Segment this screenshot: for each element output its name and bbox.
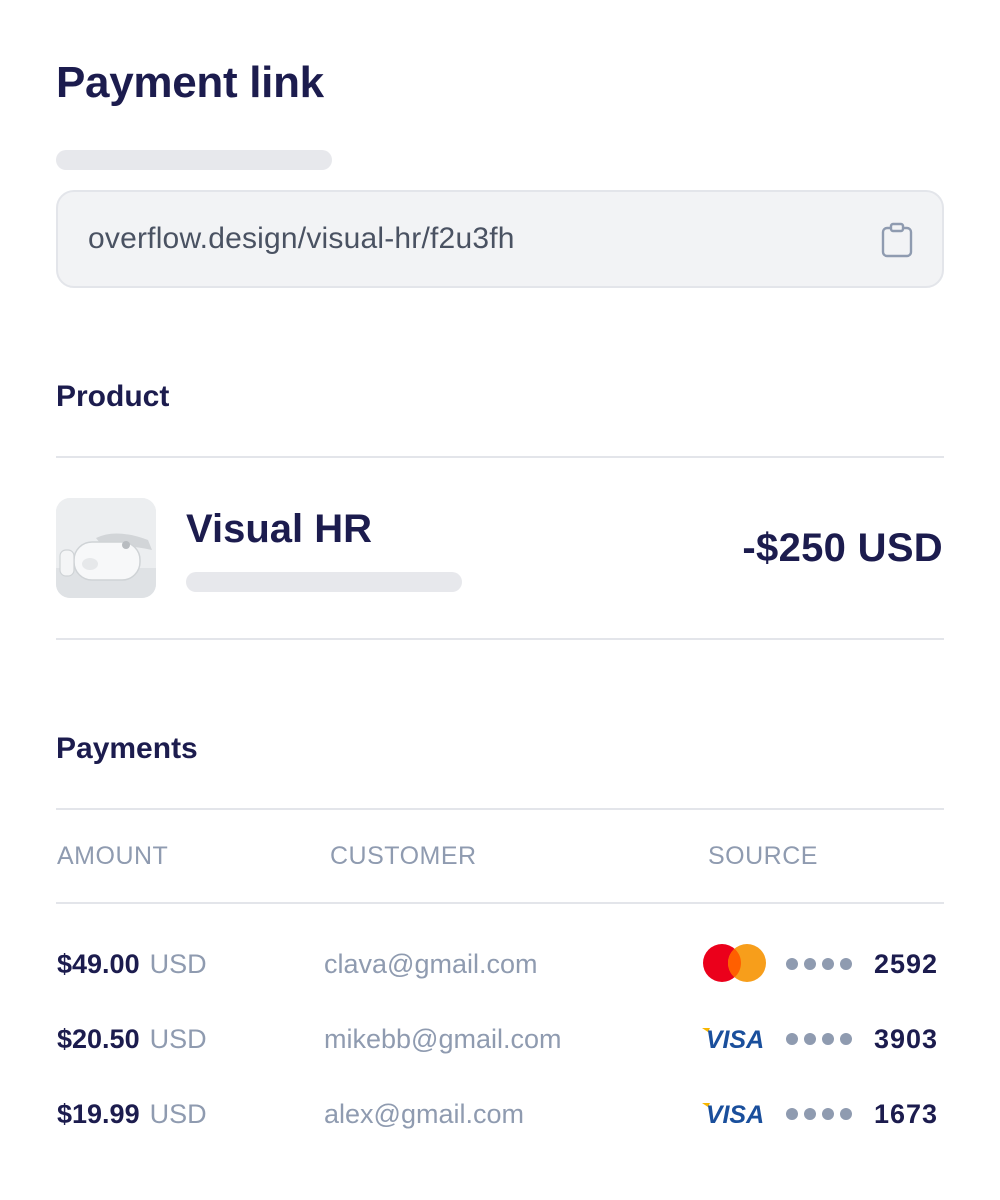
product-name: Visual HR (186, 507, 372, 551)
card-last4: 1673 (874, 1099, 939, 1129)
payments-section-title: Payments (56, 732, 198, 765)
card-last4: 3903 (874, 1024, 939, 1054)
customer-email[interactable]: mikebb@gmail.com (324, 1024, 561, 1055)
table-row[interactable]: $19.99 USD alex@gmail.com VISA 1673 (0, 1090, 1000, 1140)
masked-card-dots (786, 1108, 852, 1120)
mastercard-icon (703, 944, 766, 982)
payment-amount: $19.99 USD (57, 1099, 207, 1130)
payment-amount: $49.00 USD (57, 949, 207, 980)
vr-headset-image (56, 498, 156, 598)
amount-currency: USD (149, 949, 207, 979)
divider (56, 902, 944, 904)
payment-link-field[interactable]: overflow.design/visual-hr/f2u3fh (56, 190, 944, 288)
payment-link-url[interactable]: overflow.design/visual-hr/f2u3fh (88, 222, 515, 256)
product-section-title: Product (56, 380, 170, 413)
masked-card-dots (786, 1033, 852, 1045)
payment-amount: $20.50 USD (57, 1024, 207, 1055)
column-header-customer: CUSTOMER (330, 842, 477, 870)
skeleton-placeholder (186, 572, 462, 592)
svg-text:VISA: VISA (706, 1101, 764, 1129)
customer-email[interactable]: alex@gmail.com (324, 1099, 524, 1130)
svg-text:VISA: VISA (706, 1026, 764, 1054)
clipboard-icon[interactable] (880, 222, 914, 258)
table-row[interactable]: $49.00 USD clava@gmail.com 2592 (0, 940, 1000, 990)
visa-icon: VISA (702, 1026, 764, 1054)
customer-email[interactable]: clava@gmail.com (324, 949, 537, 980)
product-price: -$250 USD (742, 526, 943, 570)
card-last4: 2592 (874, 949, 939, 979)
amount-currency: USD (149, 1024, 207, 1054)
divider (56, 638, 944, 640)
column-header-amount: AMOUNT (57, 842, 169, 870)
table-row[interactable]: $20.50 USD mikebb@gmail.com VISA 3903 (0, 1015, 1000, 1065)
amount-value: $19.99 (57, 1099, 140, 1129)
visa-icon: VISA (702, 1101, 764, 1129)
amount-value: $49.00 (57, 949, 140, 979)
skeleton-placeholder (56, 150, 332, 170)
masked-card-dots (786, 958, 852, 970)
divider (56, 456, 944, 458)
amount-value: $20.50 (57, 1024, 140, 1054)
page-title: Payment link (56, 58, 324, 107)
column-header-source: SOURCE (708, 842, 818, 870)
amount-currency: USD (149, 1099, 207, 1129)
divider (56, 808, 944, 810)
